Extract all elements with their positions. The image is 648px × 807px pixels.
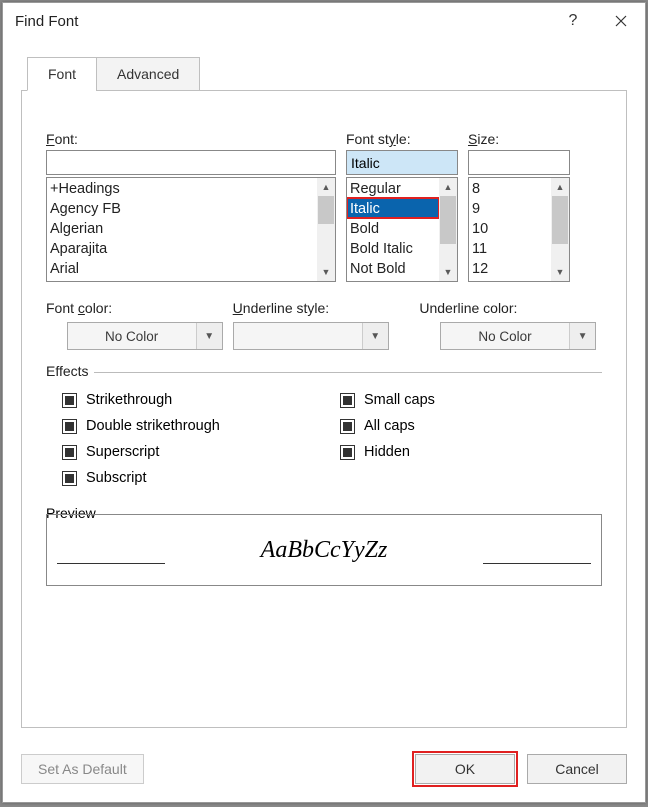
scroll-down-icon[interactable]: ▼ (439, 263, 457, 281)
checkbox-icon (340, 419, 355, 434)
list-item[interactable]: Not Bold (347, 258, 439, 278)
font-listbox[interactable]: +HeadingsAgency FBAlgerianAparajitaArial… (46, 177, 336, 282)
preview-sample: AaBbCcYyZz (261, 537, 388, 564)
checkbox-icon (62, 393, 77, 408)
tab-advanced-label: Advanced (117, 66, 179, 82)
font-style-list-items: RegularItalicBoldBold ItalicNot Bold (347, 178, 439, 281)
close-button[interactable] (597, 3, 645, 39)
checkbox-icon (62, 445, 77, 460)
list-item[interactable]: 9 (469, 198, 551, 218)
font-list-items: +HeadingsAgency FBAlgerianAparajitaArial (47, 178, 317, 281)
checkbox-icon (62, 471, 77, 486)
underline-style-combo[interactable]: ▼ (233, 322, 389, 350)
list-item[interactable]: 8 (469, 178, 551, 198)
checkbox-icon (340, 445, 355, 460)
scroll-down-icon[interactable]: ▼ (551, 263, 569, 281)
titlebar: Find Font ? (3, 3, 645, 39)
scroll-up-icon[interactable]: ▲ (317, 178, 335, 196)
list-item[interactable]: 10 (469, 218, 551, 238)
checkbox-icon (340, 393, 355, 408)
set-as-default-button[interactable]: Set As Default (21, 754, 144, 784)
size-input[interactable] (468, 150, 570, 175)
effect-checkbox[interactable]: Superscript (62, 444, 324, 460)
font-style-listbox[interactable]: RegularItalicBoldBold ItalicNot Bold ▲ ▼ (346, 177, 458, 282)
list-item[interactable]: Regular (347, 178, 439, 198)
list-item[interactable]: Arial (47, 258, 317, 278)
scroll-thumb[interactable] (440, 196, 456, 244)
size-scrollbar[interactable]: ▲ ▼ (551, 178, 569, 281)
effect-checkbox[interactable]: Small caps (340, 392, 602, 408)
font-input[interactable] (46, 150, 336, 175)
effect-label: Subscript (86, 470, 146, 486)
preview-box: AaBbCcYyZz (46, 514, 602, 586)
effect-label: Strikethrough (86, 392, 172, 408)
list-item[interactable]: 12 (469, 258, 551, 278)
effect-label: Double strikethrough (86, 418, 220, 434)
list-item[interactable]: Bold (347, 218, 439, 238)
effects-col-right: Small caps All caps Hidden (324, 388, 602, 496)
effect-checkbox[interactable]: Double strikethrough (62, 418, 324, 434)
tab-panel-font: Font: +HeadingsAgency FBAlgerianAparajit… (21, 90, 627, 728)
effect-checkbox[interactable]: All caps (340, 418, 602, 434)
underline-color-label: Underline color: (419, 300, 602, 316)
scroll-thumb[interactable] (318, 196, 334, 224)
list-item[interactable]: Italic (347, 198, 439, 218)
underline-color-value: No Color (441, 329, 569, 344)
underline-style-label: Underline style: (233, 300, 416, 316)
find-font-dialog: Find Font ? Font Advanced Font: +Heading… (2, 2, 646, 803)
effects-col-left: Strikethrough Double strikethrough Supersc… (46, 388, 324, 496)
tab-font[interactable]: Font (27, 57, 97, 91)
font-scrollbar[interactable]: ▲ ▼ (317, 178, 335, 281)
font-label: Font: (46, 131, 336, 147)
font-color-label: Font color: (46, 300, 229, 316)
font-style-input[interactable] (346, 150, 458, 175)
effect-label: Superscript (86, 444, 159, 460)
font-color-value: No Color (68, 329, 196, 344)
scroll-up-icon[interactable]: ▲ (439, 178, 457, 196)
close-icon (615, 15, 627, 27)
effect-checkbox[interactable]: Strikethrough (62, 392, 324, 408)
cancel-button[interactable]: Cancel (527, 754, 627, 784)
size-list-items: 89101112 (469, 178, 551, 281)
dialog-title: Find Font (15, 13, 78, 30)
effects-legend: Effects (46, 363, 94, 379)
underline-color-combo[interactable]: No Color ▼ (440, 322, 596, 350)
effect-checkbox[interactable]: Hidden (340, 444, 602, 460)
font-color-combo[interactable]: No Color ▼ (67, 322, 223, 350)
size-label: Size: (468, 131, 570, 147)
effect-label: Small caps (364, 392, 435, 408)
chevron-down-icon: ▼ (569, 323, 595, 349)
tab-advanced[interactable]: Advanced (96, 57, 200, 91)
list-item[interactable]: Aparajita (47, 238, 317, 258)
list-item[interactable]: 11 (469, 238, 551, 258)
size-listbox[interactable]: 89101112 ▲ ▼ (468, 177, 570, 282)
font-style-label: Font style: (346, 131, 458, 147)
list-item[interactable]: +Headings (47, 178, 317, 198)
scroll-down-icon[interactable]: ▼ (317, 263, 335, 281)
help-button[interactable]: ? (549, 3, 597, 39)
dialog-footer: Set As Default OK Cancel (21, 754, 627, 784)
list-item[interactable]: Agency FB (47, 198, 317, 218)
tab-font-label: Font (48, 66, 76, 82)
effect-label: All caps (364, 418, 415, 434)
effect-checkbox[interactable]: Subscript (62, 470, 324, 486)
effect-label: Hidden (364, 444, 410, 460)
list-item[interactable]: Algerian (47, 218, 317, 238)
chevron-down-icon: ▼ (196, 323, 222, 349)
ok-button[interactable]: OK (415, 754, 515, 784)
checkbox-icon (62, 419, 77, 434)
scroll-up-icon[interactable]: ▲ (551, 178, 569, 196)
style-scrollbar[interactable]: ▲ ▼ (439, 178, 457, 281)
list-item[interactable]: Bold Italic (347, 238, 439, 258)
scroll-thumb[interactable] (552, 196, 568, 244)
tab-strip: Font Advanced (27, 57, 645, 91)
chevron-down-icon: ▼ (362, 323, 388, 349)
